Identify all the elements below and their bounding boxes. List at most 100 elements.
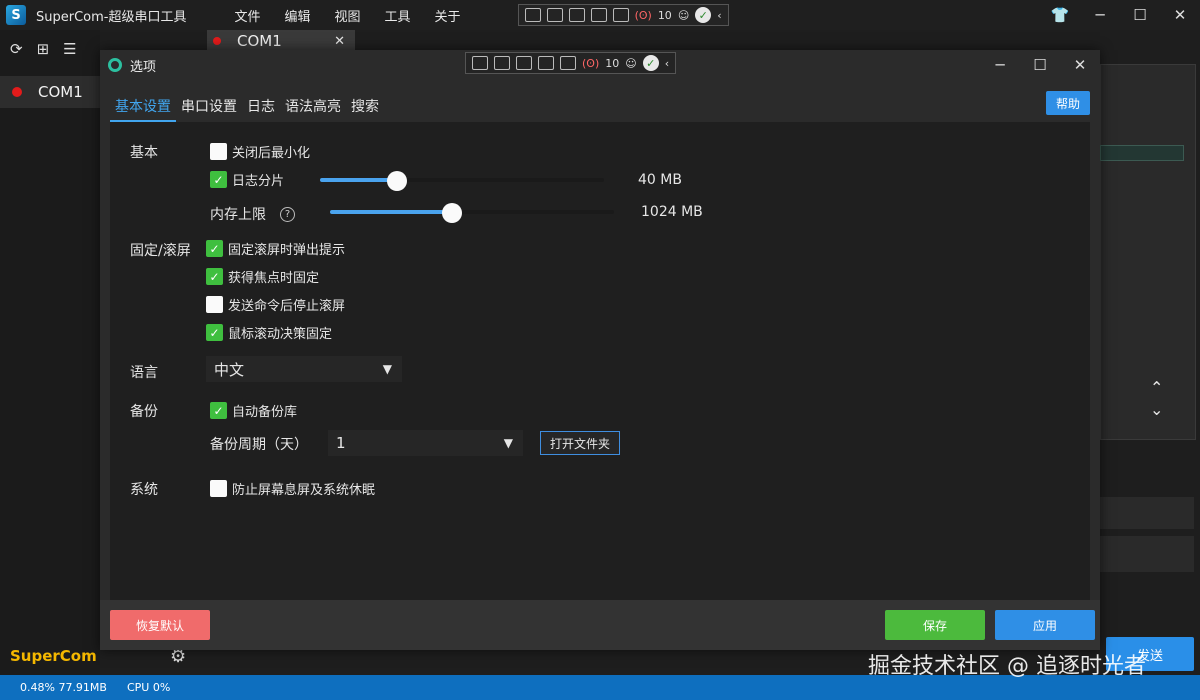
layout-box-icon[interactable] bbox=[590, 8, 607, 22]
log-split-slider[interactable] bbox=[320, 171, 604, 191]
tab-log[interactable]: 日志 bbox=[242, 92, 280, 122]
menu-edit[interactable]: 编辑 bbox=[273, 6, 323, 25]
slider-thumb[interactable] bbox=[442, 203, 463, 223]
prevent-sleep-checkbox[interactable]: 防止屏幕息屏及系统休眠 bbox=[210, 479, 375, 498]
sidebar-item-label: COM1 bbox=[38, 83, 83, 101]
slider-thumb[interactable] bbox=[386, 171, 407, 191]
memory-limit-value: 1024 MB bbox=[641, 204, 703, 220]
settings-body: 基本 关闭后最小化 ✓ 日志分片 40 MB 内存上限 ? 1024 MB 固定… bbox=[110, 122, 1090, 600]
backup-period-value: 1 bbox=[336, 434, 346, 452]
apply-button[interactable]: 应用 bbox=[995, 610, 1095, 640]
app-logo-icon: S bbox=[6, 5, 26, 25]
dialog-maximize-icon[interactable]: ☐ bbox=[1020, 56, 1060, 74]
minimize-icon[interactable]: ─ bbox=[1080, 6, 1120, 24]
grid-icon[interactable]: ⊞ bbox=[37, 40, 50, 58]
scroll-up-icon[interactable]: ⌃ bbox=[1150, 378, 1163, 397]
list-icon[interactable]: ☰ bbox=[63, 40, 76, 58]
sidebar: ⟳ ⊞ ☰ COM1 bbox=[0, 30, 100, 675]
binding-error-count: 10 bbox=[657, 8, 672, 22]
mouse-scroll-fix-checkbox[interactable]: ✓ 鼠标滚动决策固定 bbox=[206, 323, 332, 342]
brand-logo: SuperCom bbox=[10, 647, 97, 665]
section-label-fixed-scroll: 固定/滚屏 bbox=[130, 243, 191, 259]
language-select[interactable]: 中文 ▼ bbox=[206, 356, 402, 382]
tab-search[interactable]: 搜索 bbox=[346, 92, 384, 122]
checkbox-box[interactable]: ✓ bbox=[206, 324, 223, 341]
app-title: SuperCom-超级串口工具 bbox=[36, 9, 187, 25]
select-pointer-icon[interactable] bbox=[516, 56, 532, 70]
menu-view[interactable]: 视图 bbox=[323, 6, 373, 25]
memory-limit-slider[interactable] bbox=[330, 203, 614, 223]
binding-error-icon[interactable]: (ʘ) bbox=[635, 9, 652, 22]
checkbox-label: 获得焦点时固定 bbox=[228, 271, 320, 286]
minimize-on-close-checkbox[interactable]: 关闭后最小化 bbox=[210, 142, 310, 161]
checkbox-label: 鼠标滚动决策固定 bbox=[228, 327, 333, 342]
check-ok-icon[interactable]: ✓ bbox=[695, 7, 712, 23]
binding-error-icon[interactable]: (ʘ) bbox=[582, 57, 599, 70]
layout-box-icon[interactable] bbox=[538, 56, 554, 70]
checkbox-label: 固定滚屏时弹出提示 bbox=[228, 243, 346, 258]
tab-syntax-highlight[interactable]: 语法高亮 bbox=[280, 92, 346, 122]
checkbox-box[interactable]: ✓ bbox=[206, 268, 223, 285]
accessibility-icon[interactable]: ☺ bbox=[678, 9, 689, 22]
inspect-icon[interactable] bbox=[472, 56, 488, 70]
accessibility-icon[interactable]: ☺ bbox=[625, 57, 636, 70]
log-split-checkbox[interactable]: ✓ 日志分片 bbox=[210, 170, 284, 189]
send-input-1[interactable] bbox=[1100, 497, 1194, 529]
check-ok-icon[interactable]: ✓ bbox=[642, 55, 659, 71]
maximize-icon[interactable]: ☐ bbox=[1120, 6, 1160, 24]
checkbox-box[interactable] bbox=[210, 480, 227, 497]
help-question-icon[interactable]: ? bbox=[280, 206, 295, 222]
log-split-value: 40 MB bbox=[638, 172, 682, 188]
tab-com1[interactable]: COM1 ✕ bbox=[207, 30, 355, 52]
checkbox-box[interactable] bbox=[210, 143, 227, 160]
chevron-down-icon: ▼ bbox=[382, 362, 392, 376]
menu-about[interactable]: 关于 bbox=[423, 6, 473, 25]
popup-on-fixed-scroll-checkbox[interactable]: ✓ 固定滚屏时弹出提示 bbox=[206, 239, 345, 258]
highlight-row bbox=[1100, 145, 1184, 161]
checkbox-box[interactable] bbox=[206, 296, 223, 313]
section-label-system: 系统 bbox=[130, 482, 158, 498]
tab-close-icon[interactable]: ✕ bbox=[334, 34, 345, 49]
section-label-language: 语言 bbox=[130, 365, 158, 381]
inspect-icon[interactable] bbox=[524, 8, 541, 22]
fix-on-focus-checkbox[interactable]: ✓ 获得焦点时固定 bbox=[206, 267, 319, 286]
close-icon[interactable]: ✕ bbox=[1160, 6, 1200, 24]
menu-tools[interactable]: 工具 bbox=[373, 6, 423, 25]
main-titlebar: S SuperCom-超级串口工具 文件 编辑 视图 工具 关于 (ʘ) 10 … bbox=[0, 0, 1200, 30]
video-icon[interactable] bbox=[546, 8, 563, 22]
backup-period-label: 备份周期（天） bbox=[210, 437, 308, 453]
track-focus-icon[interactable] bbox=[612, 8, 629, 22]
help-button[interactable]: 帮助 bbox=[1046, 91, 1090, 115]
scroll-down-icon[interactable]: ⌄ bbox=[1150, 400, 1163, 419]
send-input-2[interactable] bbox=[1100, 536, 1194, 572]
sidebar-item-com1[interactable]: COM1 bbox=[0, 76, 100, 108]
collapse-chevron-icon[interactable]: ‹ bbox=[717, 9, 721, 22]
dialog-close-icon[interactable]: ✕ bbox=[1060, 56, 1100, 74]
menu-file[interactable]: 文件 bbox=[222, 6, 272, 25]
video-icon[interactable] bbox=[494, 56, 510, 70]
backup-period-select[interactable]: 1 ▼ bbox=[328, 430, 523, 456]
reset-defaults-button[interactable]: 恢复默认 bbox=[110, 610, 210, 640]
checkbox-box[interactable]: ✓ bbox=[210, 402, 227, 419]
collapse-chevron-icon[interactable]: ‹ bbox=[665, 57, 669, 70]
section-label-basic: 基本 bbox=[130, 145, 158, 161]
slider-fill bbox=[330, 210, 453, 214]
main-window-controls: 👕 ─ ☐ ✕ bbox=[1040, 6, 1200, 24]
dialog-minimize-icon[interactable]: ─ bbox=[980, 56, 1020, 74]
stop-scroll-after-send-checkbox[interactable]: 发送命令后停止滚屏 bbox=[206, 295, 345, 314]
binding-error-count: 10 bbox=[605, 56, 620, 70]
checkbox-box[interactable]: ✓ bbox=[210, 171, 227, 188]
checkbox-label: 发送命令后停止滚屏 bbox=[228, 299, 346, 314]
disconnected-status-icon bbox=[12, 87, 22, 97]
open-folder-button[interactable]: 打开文件夹 bbox=[540, 431, 620, 455]
auto-backup-checkbox[interactable]: ✓ 自动备份库 bbox=[210, 401, 297, 420]
tab-basic-settings[interactable]: 基本设置 bbox=[110, 92, 176, 122]
theme-shirt-icon[interactable]: 👕 bbox=[1040, 6, 1080, 24]
save-button[interactable]: 保存 bbox=[885, 610, 985, 640]
track-focus-icon[interactable] bbox=[560, 56, 576, 70]
options-dialog: 选项 (ʘ) 10 ☺ ✓ ‹ ─ ☐ ✕ 基本设置 串口设置 日志 语法高亮 … bbox=[100, 50, 1100, 650]
tab-serial-settings[interactable]: 串口设置 bbox=[176, 92, 242, 122]
checkbox-box[interactable]: ✓ bbox=[206, 240, 223, 257]
select-pointer-icon[interactable] bbox=[568, 8, 585, 22]
refresh-icon[interactable]: ⟳ bbox=[10, 40, 23, 58]
